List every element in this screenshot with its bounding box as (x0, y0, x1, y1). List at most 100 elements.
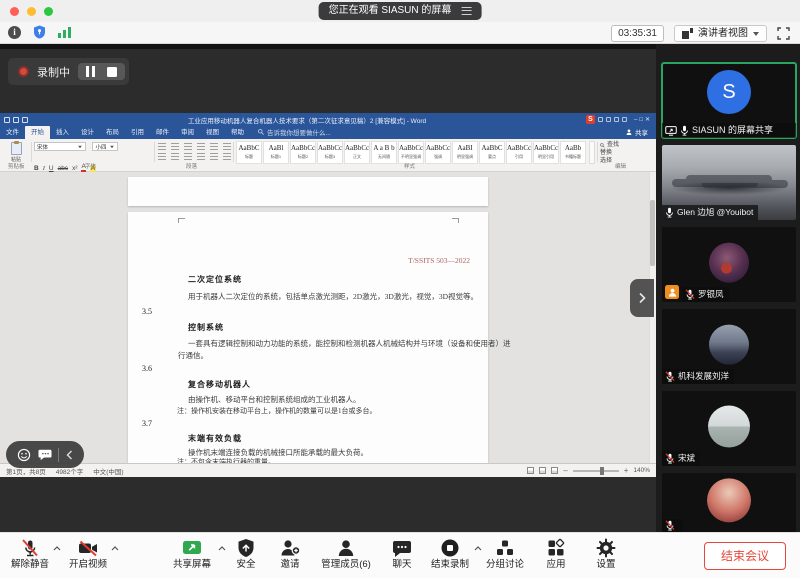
tab-references: 引用 (125, 126, 150, 139)
participant-tile[interactable] (662, 473, 796, 532)
stop-record-icon (440, 538, 460, 558)
camera-off-icon (77, 538, 99, 558)
doc-clause-number: 3.7 (142, 419, 152, 428)
participant-tile-sharer[interactable]: S SIASUN 的屏幕共享 (662, 63, 796, 138)
doc-body: 用于机器人二次定位的系统，包括单点激光测距，2D激光，3D激光，视觉，3D视觉等… (188, 291, 478, 302)
collapse-pill-chevron-icon[interactable] (66, 450, 73, 460)
paste-button: 粘贴 (6, 142, 26, 163)
addin-icon (614, 117, 619, 122)
info-icon[interactable]: i (8, 26, 21, 39)
reactions-pill (6, 441, 84, 468)
word-scrollbar (649, 172, 656, 463)
participant-tile[interactable]: 机科发展刘洋 (662, 309, 796, 384)
doc-body: 由操作机、移动平台和控制系统组成的工业机器人。 (188, 394, 361, 405)
word-titlebar: 工业应用移动机器人复合机器人技术要求（第二次征求意见稿）2 [兼容模式] - W… (0, 113, 656, 126)
participant-tile[interactable]: 宋斌 (662, 391, 796, 466)
macos-traffic-lights[interactable] (10, 7, 53, 16)
participant-name: SIASUN 的屏幕共享 (692, 124, 773, 137)
chat-button[interactable]: 聊天 (384, 537, 420, 570)
stop-recording-button[interactable]: 结束录制 (422, 537, 478, 570)
addin-icon (606, 117, 611, 122)
word-quick-access-icons (4, 117, 28, 123)
tell-me-search: 告诉我你想要做什么... (258, 127, 331, 139)
participant-tile[interactable]: 罗银凤 (662, 227, 796, 302)
red-s-logo: S (586, 115, 595, 124)
start-video-button[interactable]: 开启视频 (60, 537, 116, 570)
tab-mailings: 邮件 (150, 126, 175, 139)
participant-label: 机科发展刘洋 (662, 369, 734, 384)
sidebar-collapse-handle[interactable] (630, 279, 654, 317)
group-label-font: 字体 (85, 162, 96, 170)
macos-titlebar: 您正在观看 SIASUN 的屏幕 (0, 0, 800, 22)
view-mode-button[interactable]: 演讲者视图 (674, 25, 767, 42)
margin-crop-mark (178, 218, 185, 223)
group-label-paragraph: 段落 (186, 162, 197, 170)
tab-view: 视图 (200, 126, 225, 139)
share-screen-button[interactable]: 共享屏幕 (162, 537, 222, 570)
avatar (709, 324, 749, 364)
group-label-clipboard: 剪贴板 (8, 162, 25, 170)
share-screen-icon (181, 538, 203, 558)
person-add-icon (279, 538, 301, 558)
avatar: S (707, 70, 751, 114)
view-mode-icon (551, 467, 558, 474)
unmute-button[interactable]: 解除静音 (2, 537, 58, 570)
minimize-window-button[interactable] (27, 7, 36, 16)
hand-raised-badge (665, 285, 679, 299)
participant-label (662, 519, 683, 532)
microphone-muted-icon (665, 453, 675, 464)
encryption-shield-icon[interactable] (33, 25, 46, 39)
chevron-down-icon (753, 32, 759, 36)
addin-icon (598, 117, 603, 122)
search-icon (258, 129, 264, 135)
tab-layout: 布局 (100, 126, 125, 139)
chevron-up-icon[interactable] (111, 546, 119, 551)
microphone-muted-icon (685, 289, 695, 300)
manage-participants-button[interactable]: 管理成员(6) (312, 537, 380, 570)
zoom-level: 140% (633, 467, 650, 474)
meeting-timer: 03:35:31 (611, 25, 664, 42)
fullscreen-icon[interactable] (777, 27, 790, 40)
zoom-out-icon: – (563, 468, 567, 474)
participant-tile-video[interactable]: Glen 边旭 @Youibot (662, 145, 796, 220)
clipboard-icon (11, 142, 22, 155)
recording-dot-icon (18, 66, 29, 77)
zoom-window-button[interactable] (44, 7, 53, 16)
invite-button[interactable]: 邀请 (272, 537, 308, 570)
recording-indicator: 录制中 (8, 58, 129, 85)
microphone-on-icon (680, 125, 689, 136)
security-button[interactable]: 安全 (228, 537, 264, 570)
word-document-area: T/SSITS 503—2022 二次定位系统 用于机器人二次定位的系统，包括单… (0, 172, 656, 463)
meeting-toolbar: 解除静音 开启视频 共享屏幕 (0, 532, 800, 578)
layout-icon (682, 28, 693, 39)
chat-bubble-icon[interactable] (38, 448, 52, 461)
apps-button[interactable]: 应用 (538, 537, 574, 570)
view-mode-label: 演讲者视图 (698, 27, 748, 40)
doc-body: 一套具有逻辑控制和动力功能的系统，能控制和检测机器人机械结构并与环境（设备和使用… (188, 338, 511, 349)
doc-body: 行通信。 (178, 350, 208, 361)
settings-button[interactable]: 设置 (588, 537, 624, 570)
watching-title: 您正在观看 SIASUN 的屏幕 (329, 4, 452, 18)
doc-clause-number: 3.6 (142, 364, 152, 373)
breakout-rooms-button[interactable]: 分组讨论 (480, 537, 530, 570)
word-document-title: 工业应用移动机器人复合机器人技术要求（第二次征求意见稿）2 [兼容模式] - W… (28, 115, 586, 125)
person-icon (336, 538, 356, 558)
person-icon (626, 129, 632, 135)
styles-gallery: AaBbC标题 AaBl标题1 AaBbCcD标题2 AaBbCcD标题3 Aa… (236, 141, 588, 164)
find-icon (600, 143, 605, 148)
pause-recording-button[interactable] (86, 66, 95, 77)
font-name-box: 宋体 (34, 142, 86, 151)
participants-sidebar: S SIASUN 的屏幕共享 (656, 44, 800, 532)
menu-lines-icon[interactable] (461, 7, 471, 15)
close-window-button[interactable] (10, 7, 19, 16)
word-ribbon-tabs: 文件 开始 插入 设计 布局 引用 邮件 审阅 视图 帮助 告诉我你想要做什么.… (0, 126, 656, 139)
emoji-reaction-icon[interactable] (17, 448, 31, 462)
end-meeting-button[interactable]: 结束会议 (704, 542, 786, 570)
stop-recording-button[interactable] (107, 67, 117, 77)
shield-icon (237, 538, 255, 558)
zoom-in-icon: + (624, 468, 629, 474)
network-signal-icon (58, 26, 71, 38)
styles-scroll-buttons (589, 141, 595, 164)
chevron-up-icon[interactable] (218, 546, 226, 551)
view-mode-icon (539, 467, 546, 474)
